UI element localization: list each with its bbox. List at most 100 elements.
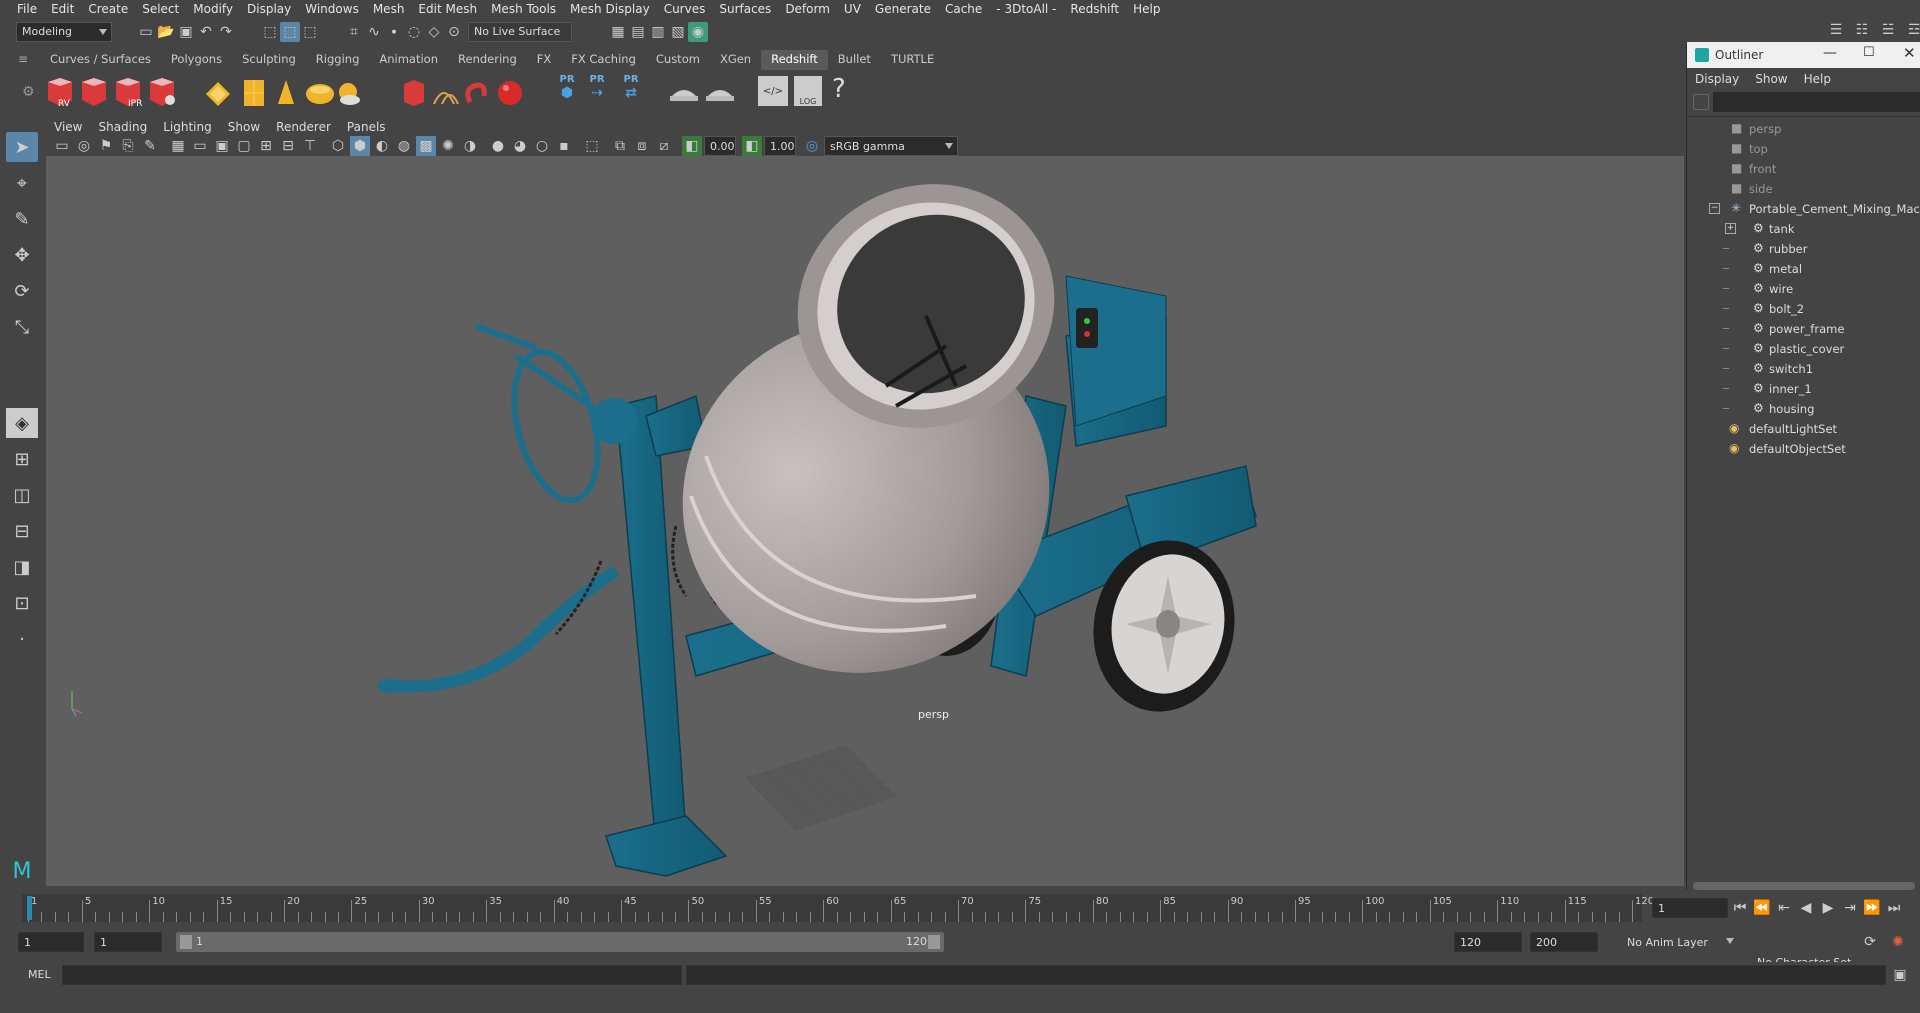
snap-view-icon[interactable]: ◇	[424, 22, 444, 42]
panel-menu-panels[interactable]: Panels	[339, 120, 394, 134]
select-hierarchy-icon[interactable]: ⬚	[260, 22, 280, 42]
outliner-item-plastic-cover[interactable]: ⚙ plastic_cover	[1687, 339, 1920, 359]
menu-select[interactable]: Select	[135, 2, 186, 16]
shelf-tab-fx[interactable]: FX	[527, 50, 562, 70]
workspace-icon-4[interactable]: ☲	[1904, 20, 1920, 40]
lasso-tool-icon[interactable]: ⌖	[6, 168, 38, 198]
render-view-icon[interactable]: ▧	[668, 22, 688, 42]
step-forward-frame-icon[interactable]: ⇥	[1840, 898, 1860, 918]
proxy-swap-icon[interactable]: PR ⇄	[618, 74, 644, 108]
snap-live-icon[interactable]: ⊙	[444, 22, 464, 42]
snap-projected-icon[interactable]: ◌	[404, 22, 424, 42]
shelf-menu-icon[interactable]: ≡	[18, 52, 28, 66]
menu-mesh-tools[interactable]: Mesh Tools	[484, 2, 563, 16]
bake-icons[interactable]	[668, 78, 744, 106]
outliner-menu-show[interactable]: Show	[1747, 72, 1795, 86]
go-to-start-icon[interactable]: ⏮	[1730, 898, 1750, 918]
persp-outliner-icon[interactable]: ⊟	[6, 516, 38, 546]
undo-icon[interactable]: ↶	[196, 22, 216, 42]
safe-title-icon[interactable]: ⊤	[300, 136, 320, 156]
shelf-tab-animation[interactable]: Animation	[369, 50, 448, 70]
range-slider-start-handle[interactable]	[180, 935, 192, 949]
outliner-item-defaultlightset[interactable]: ◉ defaultLightSet	[1687, 419, 1920, 439]
time-slider[interactable]: 1 5 10 15 20 25 30 35 40 45 50 55 60 65 70 75 80 85 90 95 10…	[0, 890, 1920, 926]
panel-menu-lighting[interactable]: Lighting	[155, 120, 220, 134]
render-settings-icon[interactable]: ▦	[608, 22, 628, 42]
ipr-render-icon[interactable]: ▥	[648, 22, 668, 42]
shelf-settings-icon[interactable]: ⚙	[22, 84, 35, 100]
two-d-pan-icon[interactable]: ✎	[140, 136, 160, 156]
shelf-tab-turtle[interactable]: TURTLE	[881, 50, 944, 70]
menu-edit[interactable]: Edit	[44, 2, 81, 16]
single-view-icon[interactable]: ◈	[6, 408, 38, 438]
menu-cache[interactable]: Cache	[938, 2, 989, 16]
flat-shade-icon[interactable]: ◐	[372, 136, 392, 156]
menu-mesh[interactable]: Mesh	[366, 2, 412, 16]
shelf-tab-curves-surfaces[interactable]: Curves / Surfaces	[40, 50, 161, 70]
shelf-tab-redshift[interactable]: Redshift	[761, 50, 828, 70]
menu-modify[interactable]: Modify	[186, 2, 240, 16]
script-editor-button-icon[interactable]: ▣	[1890, 965, 1910, 985]
smooth-shade-icon[interactable]: ⬢	[350, 136, 370, 156]
proxy-import-icon[interactable]: PR ⇢	[584, 74, 610, 108]
snap-curve-icon[interactable]: ∿	[364, 22, 384, 42]
log-icon[interactable]: LOG	[794, 76, 822, 106]
step-back-key-icon[interactable]: ⏪	[1752, 898, 1772, 918]
outliner-hscrollbar[interactable]	[1693, 882, 1915, 890]
redshift-material-icons[interactable]	[394, 76, 530, 110]
isolate-select-icon[interactable]: ⬚	[582, 136, 602, 156]
layout-more-icon[interactable]: ·	[6, 624, 38, 654]
move-tool-icon[interactable]: ✥	[6, 240, 38, 270]
current-frame-field[interactable]: 1	[1652, 898, 1728, 918]
scale-tool-icon[interactable]: ⤡	[6, 312, 38, 342]
close-icon[interactable]: ✕	[1903, 44, 1916, 62]
snap-grid-icon[interactable]: ⌗	[344, 22, 364, 42]
outliner-item-side[interactable]: ■ side	[1687, 179, 1920, 199]
outliner-item-switch1[interactable]: ⚙ switch1	[1687, 359, 1920, 379]
gamma-icon[interactable]: ◧	[742, 136, 762, 156]
menu-deform[interactable]: Deform	[778, 2, 837, 16]
menu-uv[interactable]: UV	[837, 2, 868, 16]
gate-mask-icon[interactable]: ▢	[234, 136, 254, 156]
start-time-field[interactable]: 1	[18, 932, 84, 952]
screen-space-ao-icon[interactable]: ●	[488, 136, 508, 156]
outliner-menu-help[interactable]: Help	[1796, 72, 1839, 86]
shelf-tab-fx-caching[interactable]: FX Caching	[561, 50, 646, 70]
persp-hypershade-icon[interactable]: ⊡	[6, 588, 38, 618]
end-time-field[interactable]: 200	[1530, 932, 1598, 952]
xray-joints-icon[interactable]: ⧈	[632, 136, 652, 156]
camera-attrs-icon[interactable]: ◎	[74, 136, 94, 156]
redshift-object-icons[interactable]	[200, 76, 360, 110]
panel-menu-renderer[interactable]: Renderer	[268, 120, 339, 134]
shelf-tab-rigging[interactable]: Rigging	[306, 50, 370, 70]
range-slider[interactable]: 1 120	[176, 932, 944, 952]
lights-icon[interactable]: ✺	[438, 136, 458, 156]
outliner-item-tank[interactable]: + ⚙ tank	[1687, 219, 1920, 239]
outliner-item-inner-1[interactable]: ⚙ inner_1	[1687, 379, 1920, 399]
exposure-field[interactable]: 0.00	[704, 136, 736, 156]
play-backward-icon[interactable]: ◀	[1796, 898, 1816, 918]
panel-menu-shading[interactable]: Shading	[90, 120, 155, 134]
new-scene-icon[interactable]: ▭	[136, 22, 156, 42]
minimize-icon[interactable]: —	[1823, 45, 1837, 61]
go-to-end-icon[interactable]: ⏭	[1884, 898, 1904, 918]
outliner-item-housing[interactable]: ⚙ housing	[1687, 399, 1920, 419]
menu-3dtoall[interactable]: - 3DtoAll -	[989, 2, 1063, 16]
current-time-marker[interactable]	[27, 896, 32, 920]
playback-start-field[interactable]: 1	[94, 932, 162, 952]
shelf-tab-bullet[interactable]: Bullet	[828, 50, 881, 70]
outliner-item-persp[interactable]: ■ persp	[1687, 119, 1920, 139]
two-view-icon[interactable]: ◫	[6, 480, 38, 510]
colorspace-dropdown[interactable]: sRGB gamma	[824, 136, 958, 156]
save-scene-icon[interactable]: ▣	[176, 22, 196, 42]
workspace-icon-1[interactable]: ☰	[1826, 20, 1846, 40]
step-back-frame-icon[interactable]: ⇤	[1774, 898, 1794, 918]
outliner-item-bolt-2[interactable]: ⚙ bolt_2	[1687, 299, 1920, 319]
menu-help[interactable]: Help	[1126, 2, 1167, 16]
menu-curves[interactable]: Curves	[657, 2, 713, 16]
render-frame-icon[interactable]: ▤	[628, 22, 648, 42]
color-management-icon[interactable]: ◎	[802, 136, 822, 156]
exposure-icon[interactable]: ◧	[682, 136, 702, 156]
shelf-tab-rendering[interactable]: Rendering	[448, 50, 527, 70]
depth-of-field-icon[interactable]: ▪	[554, 136, 574, 156]
